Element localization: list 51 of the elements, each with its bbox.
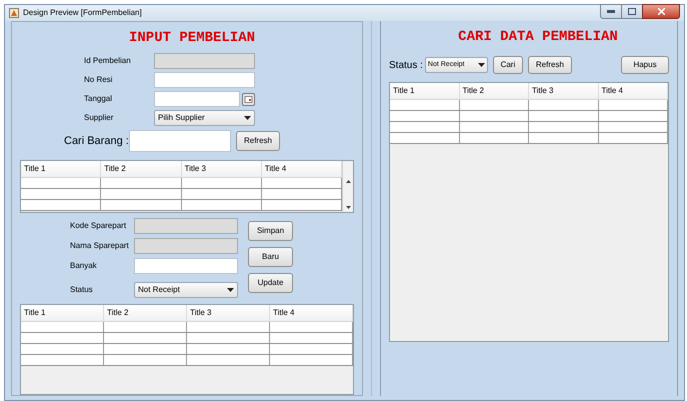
panel-title: INPUT PEMBELIAN [128,29,256,48]
action-button[interactable]: Simpan [248,221,293,241]
app-icon [9,8,19,18]
field-label: Id Pembelian [84,55,132,67]
panel-title: CARI DATA PEMBELIAN [457,28,619,47]
maximize-icon [628,8,636,14]
column-header[interactable]: Title 2 [104,305,187,321]
close-icon [658,8,664,14]
field-label: Supplier [84,112,114,124]
input-field[interactable] [154,91,240,107]
dropdown[interactable]: Pilih Supplier [154,110,255,126]
input-field[interactable] [134,258,238,274]
column-header[interactable]: Title 1 [21,161,102,177]
field-label: Tanggal [84,93,114,105]
calendar-icon[interactable] [242,92,255,106]
close-button[interactable] [642,4,680,18]
search-field[interactable] [129,130,231,152]
minimize-icon [607,10,615,12]
column-header[interactable]: Title 1 [390,83,460,99]
column-header[interactable]: Title 3 [529,83,598,99]
minimize-button[interactable] [600,4,622,18]
field-label: No Resi [84,74,114,86]
scrollbar[interactable] [342,161,353,212]
field-label: Banyak [70,260,98,272]
search-button[interactable]: Cari [492,56,523,74]
window-title: Design Preview [FormPembelian] [23,7,142,19]
action-button[interactable]: Baru [248,247,293,267]
column-header[interactable]: Title 2 [460,83,529,99]
column-header[interactable]: Title 3 [182,161,262,177]
column-header[interactable]: Title 4 [598,83,668,99]
dropdown-caret-icon [244,116,251,120]
field-label: Nama Sparepart [70,240,130,252]
maximize-button[interactable] [622,4,642,18]
refresh-button[interactable]: Refresh [236,131,280,151]
dropdown[interactable]: Not Receipt [134,282,238,298]
search-button[interactable]: Refresh [528,56,572,74]
search-label: Cari Barang : [64,134,129,149]
column-header[interactable]: Title 1 [21,305,104,321]
field-label: Status [70,284,94,296]
column-header[interactable]: Title 3 [187,305,270,321]
scroll-up-icon[interactable] [346,180,350,183]
dropdown-caret-icon [227,288,234,292]
column-header[interactable]: Title 4 [270,305,353,321]
field-label: Kode Sparepart [70,220,128,232]
scroll-down-icon[interactable] [346,206,350,209]
column-header[interactable]: Title 2 [101,161,182,177]
status-label: Status : [389,58,423,72]
delete-button[interactable]: Hapus [621,56,669,74]
input-field[interactable] [154,72,255,88]
action-button[interactable]: Update [248,273,293,293]
dropdown-caret-icon [478,63,485,67]
